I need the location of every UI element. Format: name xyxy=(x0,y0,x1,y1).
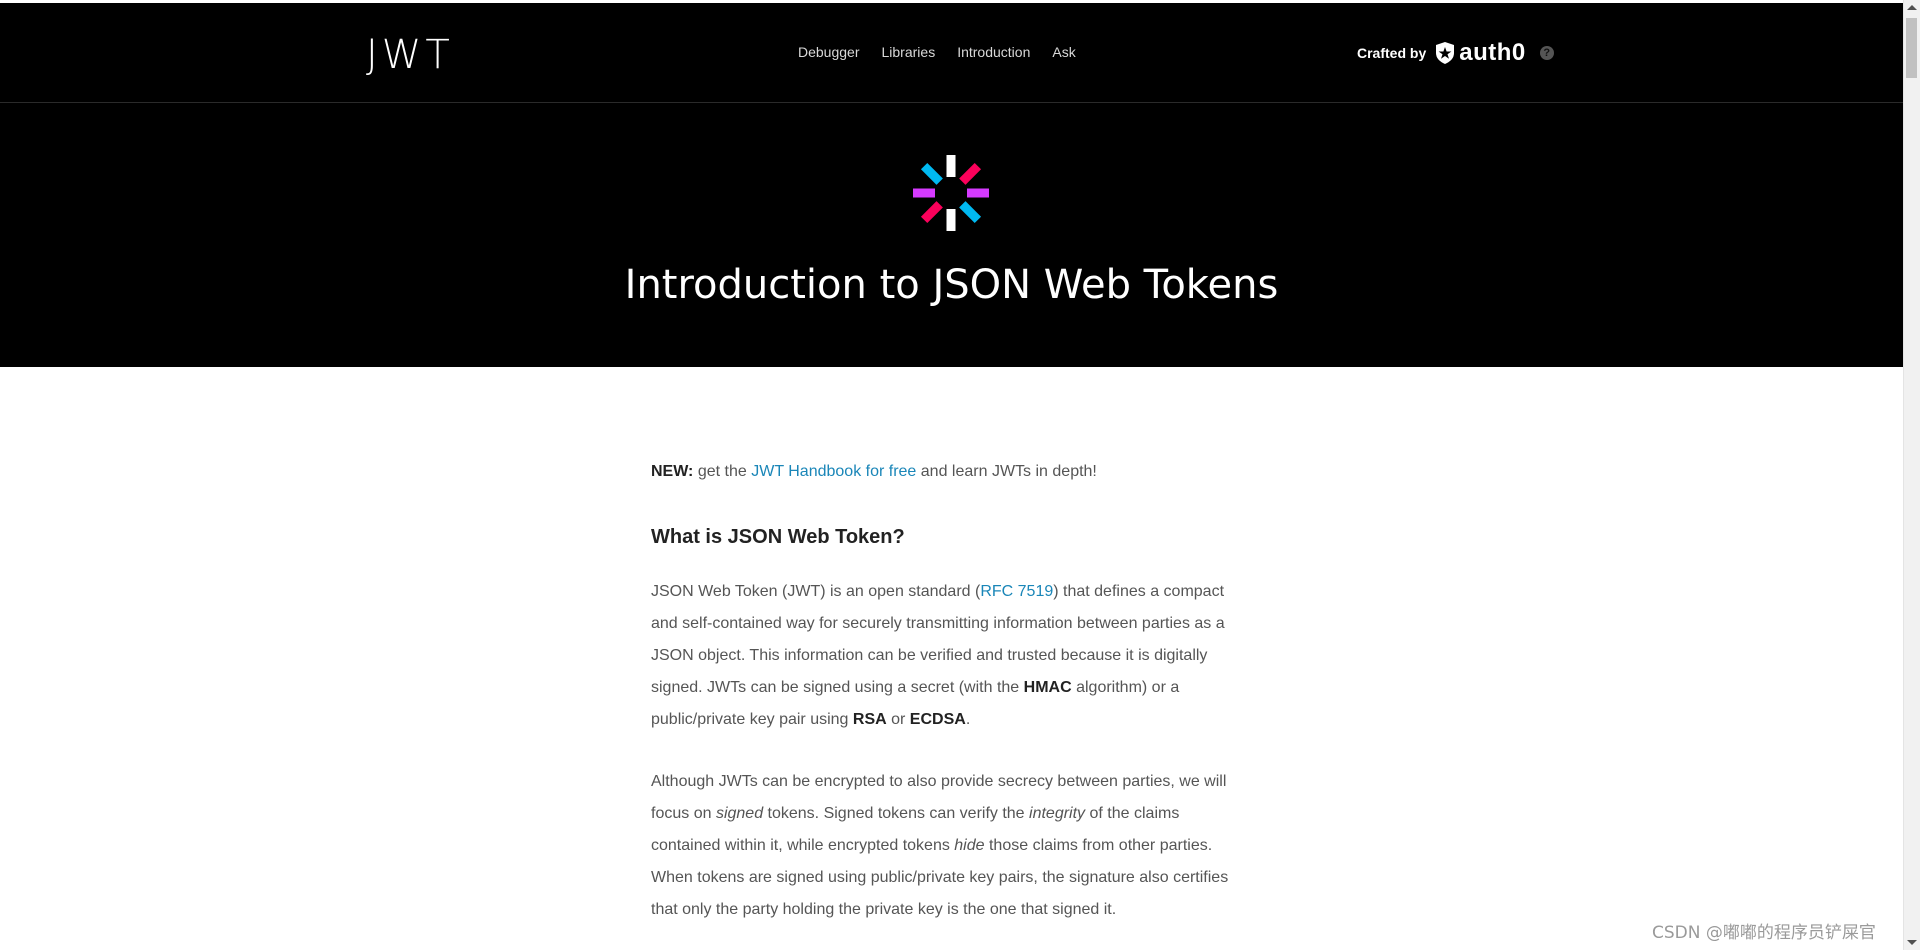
text: JSON Web Token (JWT) is an open standard… xyxy=(651,583,981,600)
top-nav: JWT Debugger Libraries Introduction Ask … xyxy=(0,3,1903,103)
nav-debugger[interactable]: Debugger xyxy=(798,44,860,60)
question-icon[interactable]: ? xyxy=(1539,46,1554,60)
integrity-term: integrity xyxy=(1029,805,1086,822)
hide-term: hide xyxy=(954,837,985,854)
rfc-link[interactable]: RFC 7519 xyxy=(980,583,1053,600)
jwt-pinwheel-icon xyxy=(913,155,989,231)
promo-text-post: and learn JWTs in depth! xyxy=(920,463,1097,480)
pinwheel-arm xyxy=(920,201,943,224)
pinwheel-arm xyxy=(967,188,989,198)
paragraph-signed-tokens: Although JWTs can be encrypted to also p… xyxy=(651,766,1251,926)
auth0-link[interactable]: auth0 xyxy=(1434,39,1526,67)
scroll-thumb[interactable] xyxy=(1906,18,1917,78)
watermark: CSDN @嘟嘟的程序员铲屎官 xyxy=(1652,923,1876,943)
paragraph-definition: JSON Web Token (JWT) is an open standard… xyxy=(651,576,1251,736)
nav-libraries[interactable]: Libraries xyxy=(882,44,936,60)
new-label: NEW: xyxy=(651,463,694,480)
text: or xyxy=(886,711,910,728)
pinwheel-arm xyxy=(946,155,956,177)
text: tokens. Signed tokens can verify the xyxy=(763,805,1030,822)
pinwheel-arm xyxy=(946,209,956,231)
crafted-by-label: Crafted by xyxy=(1357,45,1427,61)
article: NEW: get the JWT Handbook for free and l… xyxy=(651,460,1251,926)
crafted-by: Crafted by auth0 ? xyxy=(1357,39,1554,67)
jwt-logo[interactable]: JWT xyxy=(366,33,454,77)
nav-introduction[interactable]: Introduction xyxy=(957,44,1030,60)
nav-ask[interactable]: Ask xyxy=(1052,44,1075,60)
pinwheel-arm xyxy=(959,201,982,224)
auth0-shield-icon xyxy=(1436,42,1455,64)
page-title: Introduction to JSON Web Tokens xyxy=(624,262,1279,308)
pinwheel-arm xyxy=(959,162,982,185)
vertical-scrollbar[interactable] xyxy=(1903,0,1920,950)
signed-term: signed xyxy=(715,805,764,822)
handbook-link[interactable]: JWT Handbook for free xyxy=(751,463,916,480)
pinwheel-arm xyxy=(913,188,935,198)
hmac-term: HMAC xyxy=(1023,679,1072,696)
scroll-down-arrow-icon[interactable] xyxy=(1907,940,1917,945)
rsa-term: RSA xyxy=(852,711,887,728)
section-heading: What is JSON Web Token? xyxy=(651,526,905,548)
main-nav: Debugger Libraries Introduction Ask xyxy=(798,44,1076,60)
pinwheel-arm xyxy=(920,162,943,185)
hero: Introduction to JSON Web Tokens xyxy=(0,103,1903,367)
handbook-promo: NEW: get the JWT Handbook for free and l… xyxy=(651,460,1251,484)
ecdsa-term: ECDSA xyxy=(909,711,966,728)
promo-text-pre: get the xyxy=(697,463,747,480)
auth0-wordmark: auth0 xyxy=(1459,39,1526,66)
text: . xyxy=(965,711,971,728)
scroll-up-arrow-icon[interactable] xyxy=(1907,5,1917,10)
